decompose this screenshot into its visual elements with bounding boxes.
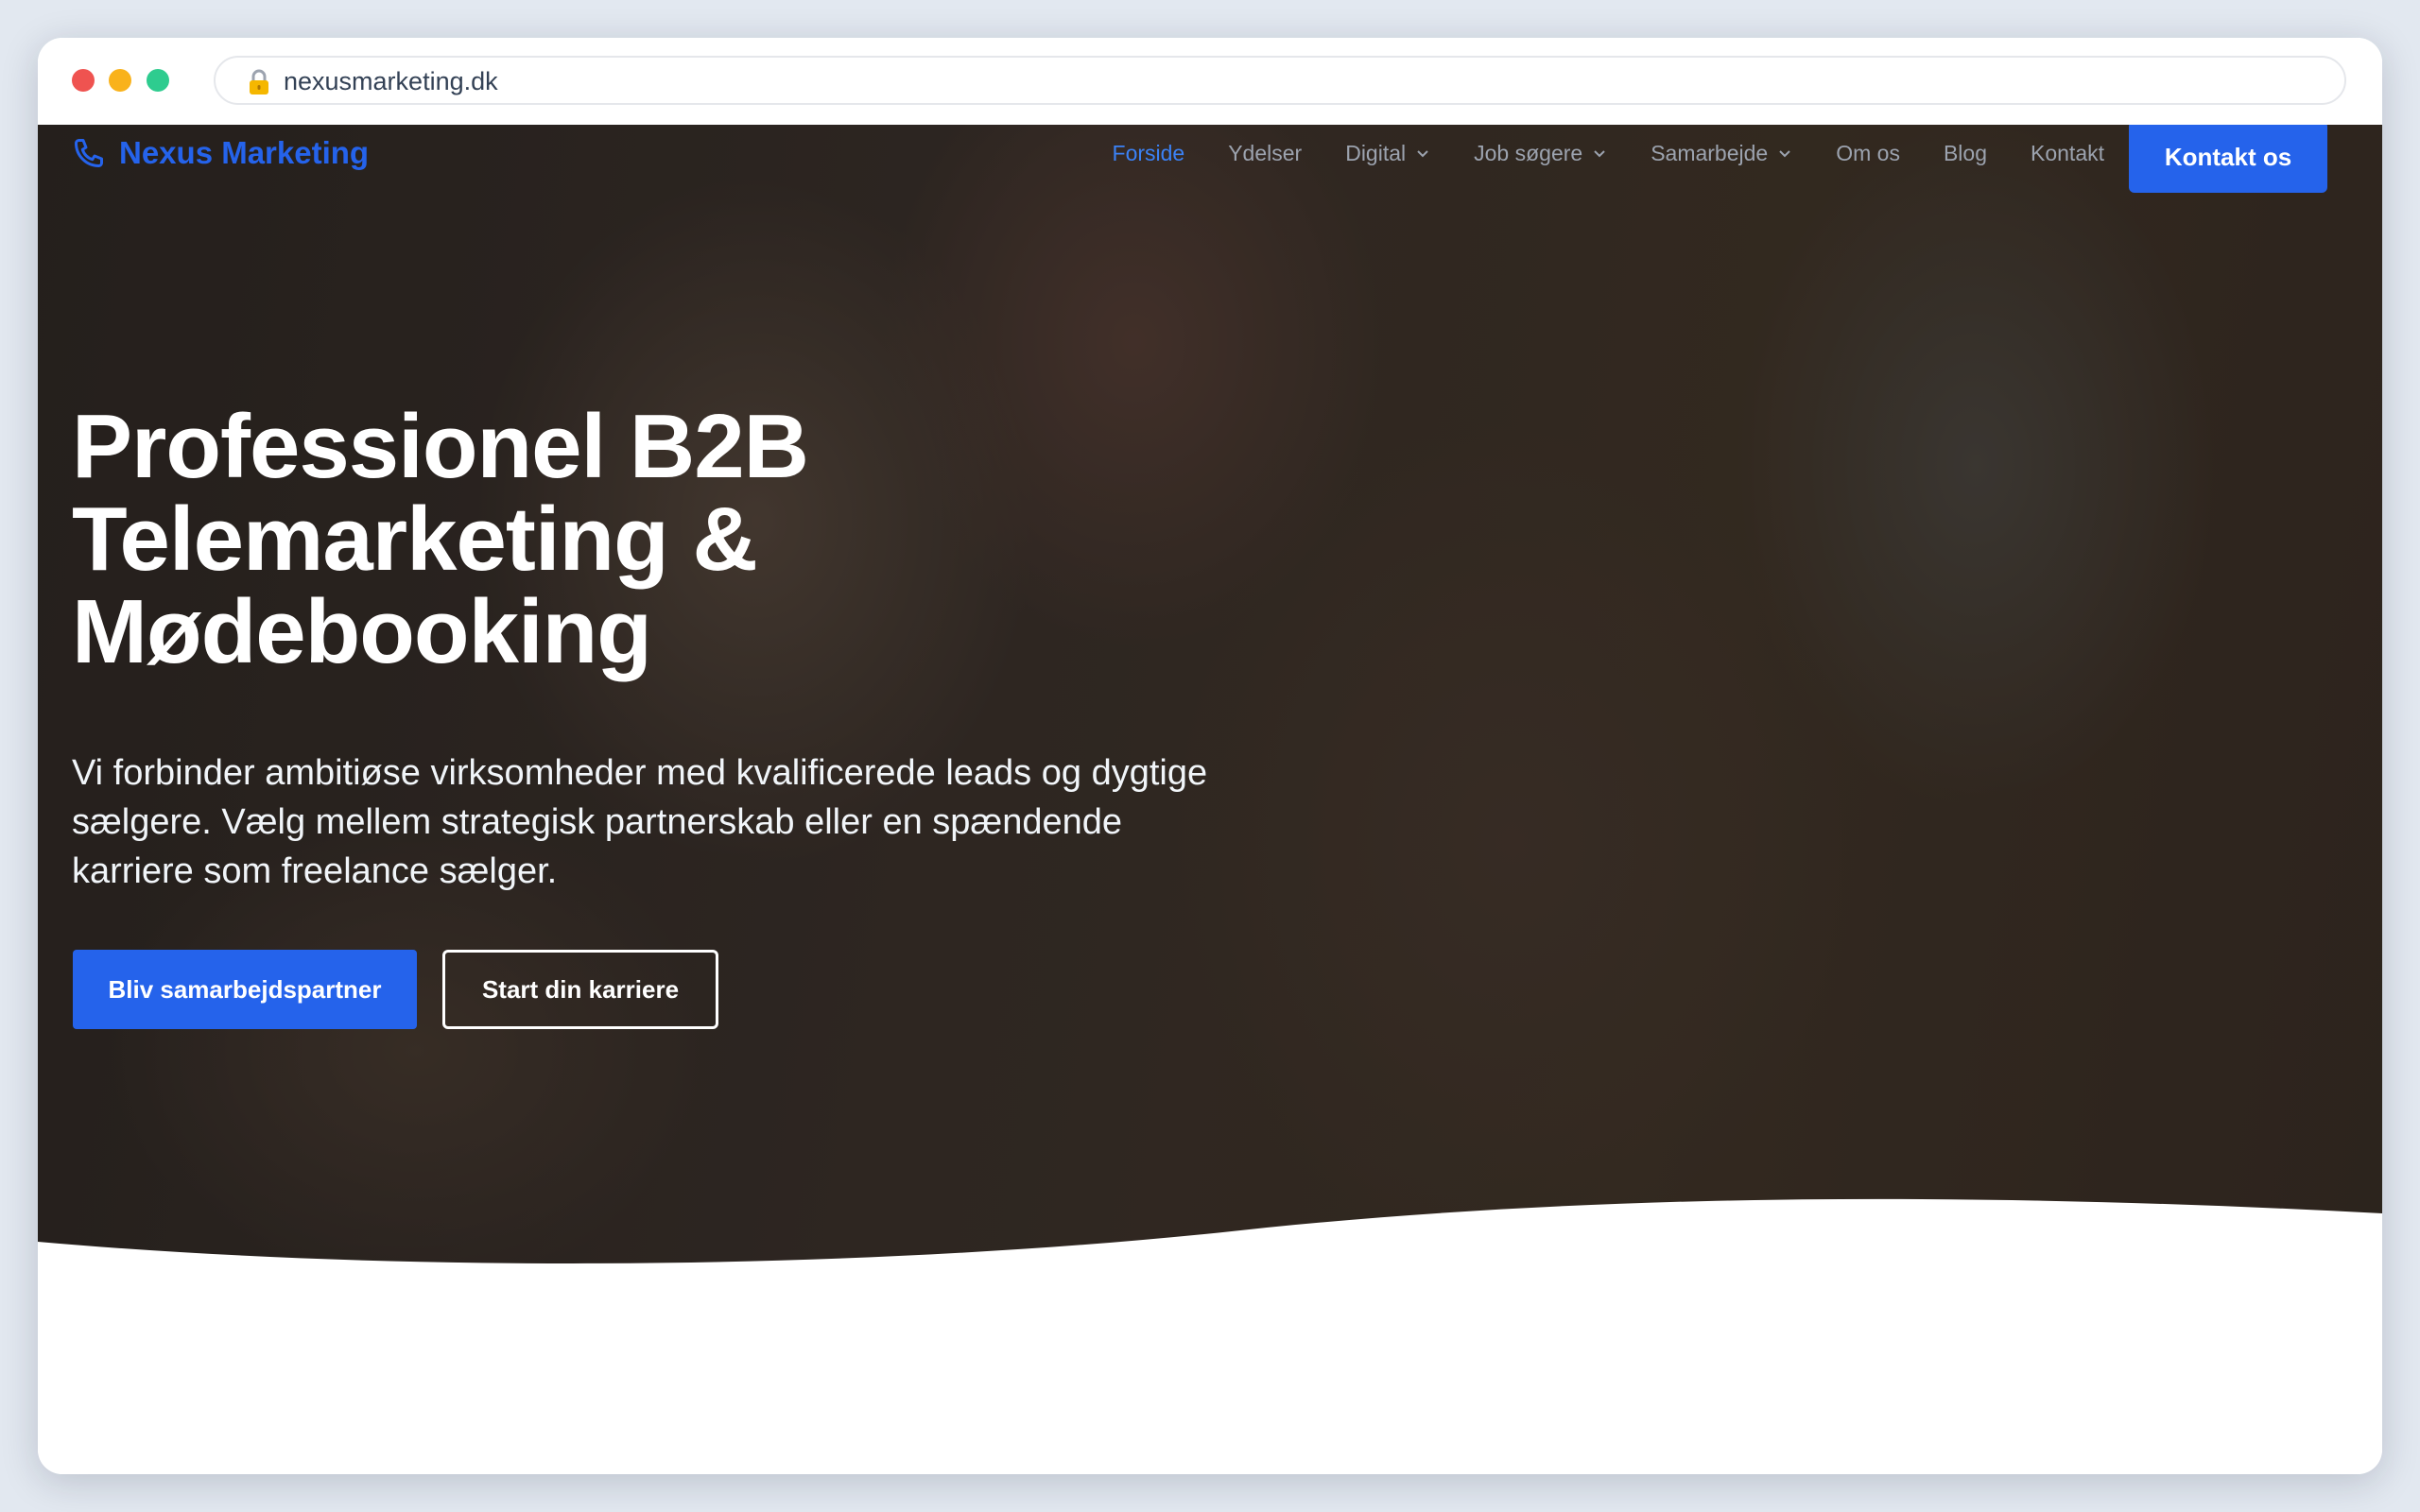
nav-item-label: Forside — [1112, 140, 1185, 165]
hero-section: Nexus Marketing Forside Ydelser Digital … — [38, 125, 2382, 1268]
chevron-down-icon — [1594, 150, 1605, 158]
nav-item-label: Ydelser — [1228, 140, 1303, 165]
hero-background-image — [38, 125, 2382, 1268]
nav-item-om-os[interactable]: Om os — [1836, 141, 1900, 166]
maximize-window-button[interactable] — [147, 69, 169, 92]
nav-item-forside[interactable]: Forside — [1113, 141, 1185, 166]
nav-item-job-sogere[interactable]: Job søgere — [1474, 141, 1607, 166]
contact-us-button[interactable]: Kontakt os — [2129, 125, 2327, 193]
nav-item-label: Kontakt — [2031, 140, 2104, 165]
main-navigation: Nexus Marketing Forside Ydelser Digital … — [38, 125, 2382, 200]
nav-item-samarbejde[interactable]: Samarbejde — [1651, 141, 1792, 166]
start-career-button[interactable]: Start din karriere — [442, 950, 718, 1029]
chevron-down-icon — [1417, 150, 1428, 158]
url-text: nexusmarketing.dk — [284, 67, 498, 95]
brand-logo[interactable]: Nexus Marketing — [72, 134, 369, 172]
brand-name: Nexus Marketing — [119, 135, 370, 170]
browser-toolbar: nexusmarketing.dk — [38, 38, 2382, 125]
nav-item-kontakt[interactable]: Kontakt — [2031, 141, 2104, 166]
browser-window: nexusmarketing.dk Nexus Marketing Forsid… — [38, 38, 2382, 1474]
page-viewport: Nexus Marketing Forside Ydelser Digital … — [38, 125, 2382, 1474]
lock-icon — [250, 69, 268, 94]
nav-item-label: Samarbejde — [1651, 140, 1769, 165]
nav-item-label: Blog — [1943, 140, 1987, 165]
nav-item-ydelser[interactable]: Ydelser — [1228, 141, 1302, 166]
hero-wave-divider — [38, 1198, 2382, 1268]
nav-item-digital[interactable]: Digital — [1345, 141, 1430, 166]
hero-title: Professionel B2B Telemarketing & Mødeboo… — [72, 396, 809, 682]
nav-item-label: Job søgere — [1474, 140, 1583, 165]
nav-item-label: Digital — [1345, 140, 1407, 165]
phone-icon — [75, 139, 103, 167]
become-partner-button[interactable]: Bliv samarbejdspartner — [73, 950, 417, 1029]
address-bar[interactable]: nexusmarketing.dk — [214, 56, 2346, 105]
nav-item-label: Om os — [1836, 140, 1900, 165]
close-window-button[interactable] — [72, 69, 95, 92]
nav-item-blog[interactable]: Blog — [1944, 141, 1987, 166]
chevron-down-icon — [1779, 150, 1790, 158]
minimize-window-button[interactable] — [109, 69, 131, 92]
hero-subtitle: Vi forbinder ambitiøse virksomheder med … — [72, 753, 1208, 891]
nav-links: Forside Ydelser Digital Job søgere Samar… — [1069, 137, 2104, 169]
